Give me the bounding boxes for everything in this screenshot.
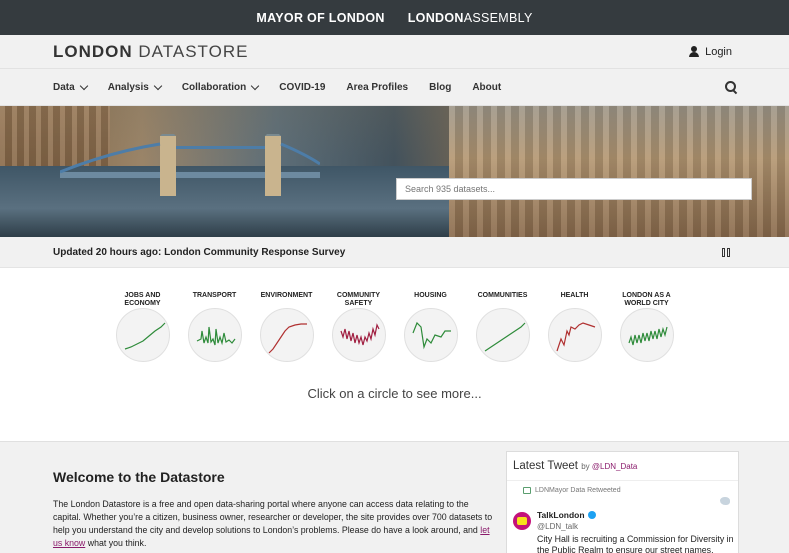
assembly-bold: LONDON xyxy=(407,10,464,25)
topic-circle-item[interactable]: ENVIRONMENT xyxy=(259,292,314,362)
site-header: LONDON DATASTORE Login xyxy=(0,35,789,69)
nav-label: Analysis xyxy=(107,81,149,93)
tweets-by: by @LDN_Data xyxy=(581,462,637,471)
nav-item-area-profiles[interactable]: Area Profiles xyxy=(346,82,408,93)
topic-circle[interactable] xyxy=(619,308,674,362)
tweet-text: City Hall is recruiting a Commission for… xyxy=(537,534,734,553)
nav-label: Blog xyxy=(429,81,452,93)
topic-circle[interactable] xyxy=(547,308,602,362)
hero-image-bridge xyxy=(60,134,320,196)
welcome-title: Welcome to the Datastore xyxy=(53,469,225,485)
site-logo[interactable]: LONDON DATASTORE xyxy=(53,42,248,62)
welcome-body: The London Datastore is a free and open … xyxy=(53,498,493,550)
verified-icon xyxy=(587,511,596,519)
hero-image-right xyxy=(449,106,789,237)
topic-circle[interactable] xyxy=(331,308,386,362)
twitter-bird-icon[interactable] xyxy=(720,497,730,505)
nav-item-covid19[interactable]: COVID-19 xyxy=(279,82,325,93)
tweet-handle[interactable]: @LDN_talk xyxy=(537,522,737,531)
chevron-down-icon xyxy=(79,81,88,90)
topic-circle[interactable] xyxy=(475,308,530,362)
topic-circle[interactable] xyxy=(259,308,314,362)
login-label: Login xyxy=(705,45,732,58)
retweet-line: LDNMayor Data Retweeted xyxy=(523,487,738,494)
london-assembly-link[interactable]: LONDONASSEMBLY xyxy=(408,11,533,25)
chevron-down-icon xyxy=(251,81,260,90)
topic-circles-section: JOBS AND ECONOMY TRANSPORT ENVIRONMENT COMMU… xyxy=(0,268,789,441)
topic-circle-label: HEALTH xyxy=(560,292,589,299)
topic-circle-label: LONDON AS A WORLD CITY xyxy=(622,292,671,307)
nav-label: Area Profiles xyxy=(346,81,409,93)
welcome-body-end: what you think. xyxy=(85,538,147,548)
nav-item-about[interactable]: About xyxy=(472,82,501,93)
updated-ticker: Updated 20 hours ago: London Community R… xyxy=(0,237,789,268)
nav-label: Data xyxy=(53,81,75,93)
avatar[interactable] xyxy=(513,512,531,530)
topic-circle[interactable] xyxy=(187,308,242,362)
topic-circle-label: ENVIRONMENT xyxy=(260,292,313,299)
latest-tweet-widget: Latest Tweet by @LDN_Data LDNMayor Data … xyxy=(506,451,739,553)
hero-banner xyxy=(0,106,789,237)
nav-item-analysis[interactable]: Analysis xyxy=(107,81,163,93)
topic-circle-label: HOUSING xyxy=(414,292,447,299)
welcome-section: Welcome to the Datastore The London Data… xyxy=(0,441,789,553)
topic-circle-label: COMMUNITIES xyxy=(477,292,528,299)
tweets-title: Latest Tweet xyxy=(513,460,578,472)
welcome-body-text: The London Datastore is a free and open … xyxy=(53,499,493,535)
topic-circle-item[interactable]: HEALTH xyxy=(547,292,602,362)
dataset-search-input[interactable] xyxy=(396,178,752,200)
nav-item-blog[interactable]: Blog xyxy=(429,82,451,93)
tweet-author-name: TalkLondon xyxy=(537,510,585,520)
nav-label: Collaboration xyxy=(181,81,247,93)
chevron-down-icon xyxy=(153,81,163,90)
nav-item-collaboration[interactable]: Collaboration xyxy=(181,81,260,93)
tweets-header: Latest Tweet by @LDN_Data xyxy=(507,452,738,481)
topic-circle-item[interactable]: JOBS AND ECONOMY xyxy=(115,292,170,362)
top-brand-bar: MAYOR OF LONDON LONDONASSEMBLY xyxy=(0,0,789,35)
topic-circles: JOBS AND ECONOMY TRANSPORT ENVIRONMENT COMMU… xyxy=(115,292,674,362)
topic-circle-item[interactable]: LONDON AS A WORLD CITY xyxy=(619,292,674,362)
topic-circle[interactable] xyxy=(115,308,170,362)
topic-circle-item[interactable]: COMMUNITY SAFETY xyxy=(331,292,386,362)
search-icon[interactable] xyxy=(725,81,737,93)
assembly-light: ASSEMBLY xyxy=(463,10,533,25)
by-label: by xyxy=(581,462,590,471)
logo-bold: LONDON xyxy=(53,41,133,61)
mayor-of-london-link[interactable]: MAYOR OF LONDON xyxy=(256,11,384,25)
nav-item-data[interactable]: Data xyxy=(53,81,88,93)
tweet-item: TalkLondon @LDN_talk City Hall is recrui… xyxy=(513,510,737,553)
topic-circle-item[interactable]: TRANSPORT xyxy=(187,292,242,362)
nav-label: About xyxy=(472,81,502,93)
nav-label: COVID-19 xyxy=(279,81,326,93)
person-icon xyxy=(689,46,700,57)
topic-circle[interactable] xyxy=(403,308,458,362)
pause-icon[interactable] xyxy=(722,247,730,257)
login-button[interactable]: Login xyxy=(689,46,732,58)
main-nav: Data Analysis Collaboration COVID-19 Are… xyxy=(0,69,789,106)
updated-text[interactable]: Updated 20 hours ago: London Community R… xyxy=(53,247,345,258)
topic-circle-label: COMMUNITY SAFETY xyxy=(336,292,381,307)
tweet-author[interactable]: TalkLondon xyxy=(537,510,737,520)
topic-circle-label: JOBS AND ECONOMY xyxy=(124,292,161,307)
logo-light: DATASTORE xyxy=(132,41,249,61)
topic-circle-item[interactable]: HOUSING xyxy=(403,292,458,362)
topic-circle-label: TRANSPORT xyxy=(192,292,237,299)
retweet-icon xyxy=(523,487,531,494)
click-hint: Click on a circle to see more... xyxy=(307,386,482,401)
ldn-data-handle-link[interactable]: @LDN_Data xyxy=(592,462,637,471)
topic-circle-item[interactable]: COMMUNITIES xyxy=(475,292,530,362)
retweet-text: LDNMayor Data Retweeted xyxy=(535,487,621,494)
